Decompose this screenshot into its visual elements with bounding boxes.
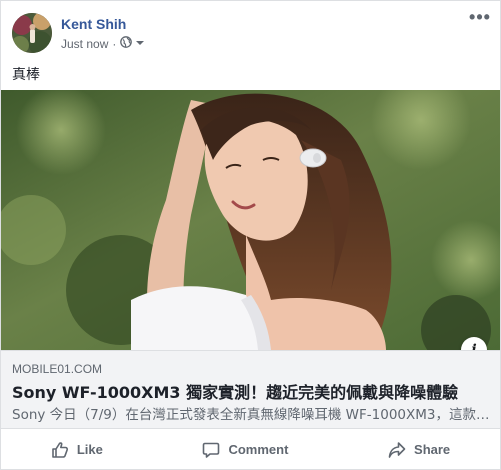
audience-dropdown-icon[interactable]: [135, 37, 145, 51]
like-label: Like: [76, 442, 103, 457]
post-message: 真棒: [12, 67, 40, 83]
link-title[interactable]: Sony WF-1000XM3 獨家實測！趨近完美的佩戴與降噪體驗: [12, 379, 490, 403]
share-label: Share: [414, 442, 451, 457]
link-preview-image[interactable]: [1, 90, 500, 350]
avatar[interactable]: [12, 13, 52, 53]
post-meta: Just now ·: [61, 36, 145, 51]
meta-separator: ·: [112, 36, 117, 51]
comment-label: Comment: [228, 442, 289, 457]
share-icon: [388, 441, 406, 459]
thumbs-up-icon: [51, 441, 69, 459]
like-button[interactable]: Like: [37, 435, 117, 465]
facebook-post: Kent Shih Just now · ••• 真棒 MOBILE01.COM…: [0, 0, 501, 470]
more-options-icon[interactable]: •••: [468, 8, 492, 31]
post-actions: Like Comment Share: [1, 430, 500, 469]
link-description: Sony 今日（7/9）在台灣正式發表全新真無線降噪耳機 WF-1000XM3，…: [12, 407, 490, 423]
comment-icon: [202, 441, 220, 459]
avatar-image: [12, 13, 52, 53]
timestamp[interactable]: Just now: [61, 37, 108, 51]
comment-button[interactable]: Comment: [188, 435, 302, 465]
preview-photo: [1, 90, 500, 350]
post-header: Kent Shih Just now · •••: [12, 8, 492, 57]
link-preview-details[interactable]: MOBILE01.COM Sony WF-1000XM3 獨家實測！趨近完美的佩…: [1, 350, 500, 429]
share-button[interactable]: Share: [374, 435, 464, 465]
link-domain: MOBILE01.COM: [12, 362, 103, 376]
globe-icon[interactable]: [120, 36, 133, 51]
author-name[interactable]: Kent Shih: [61, 16, 126, 32]
